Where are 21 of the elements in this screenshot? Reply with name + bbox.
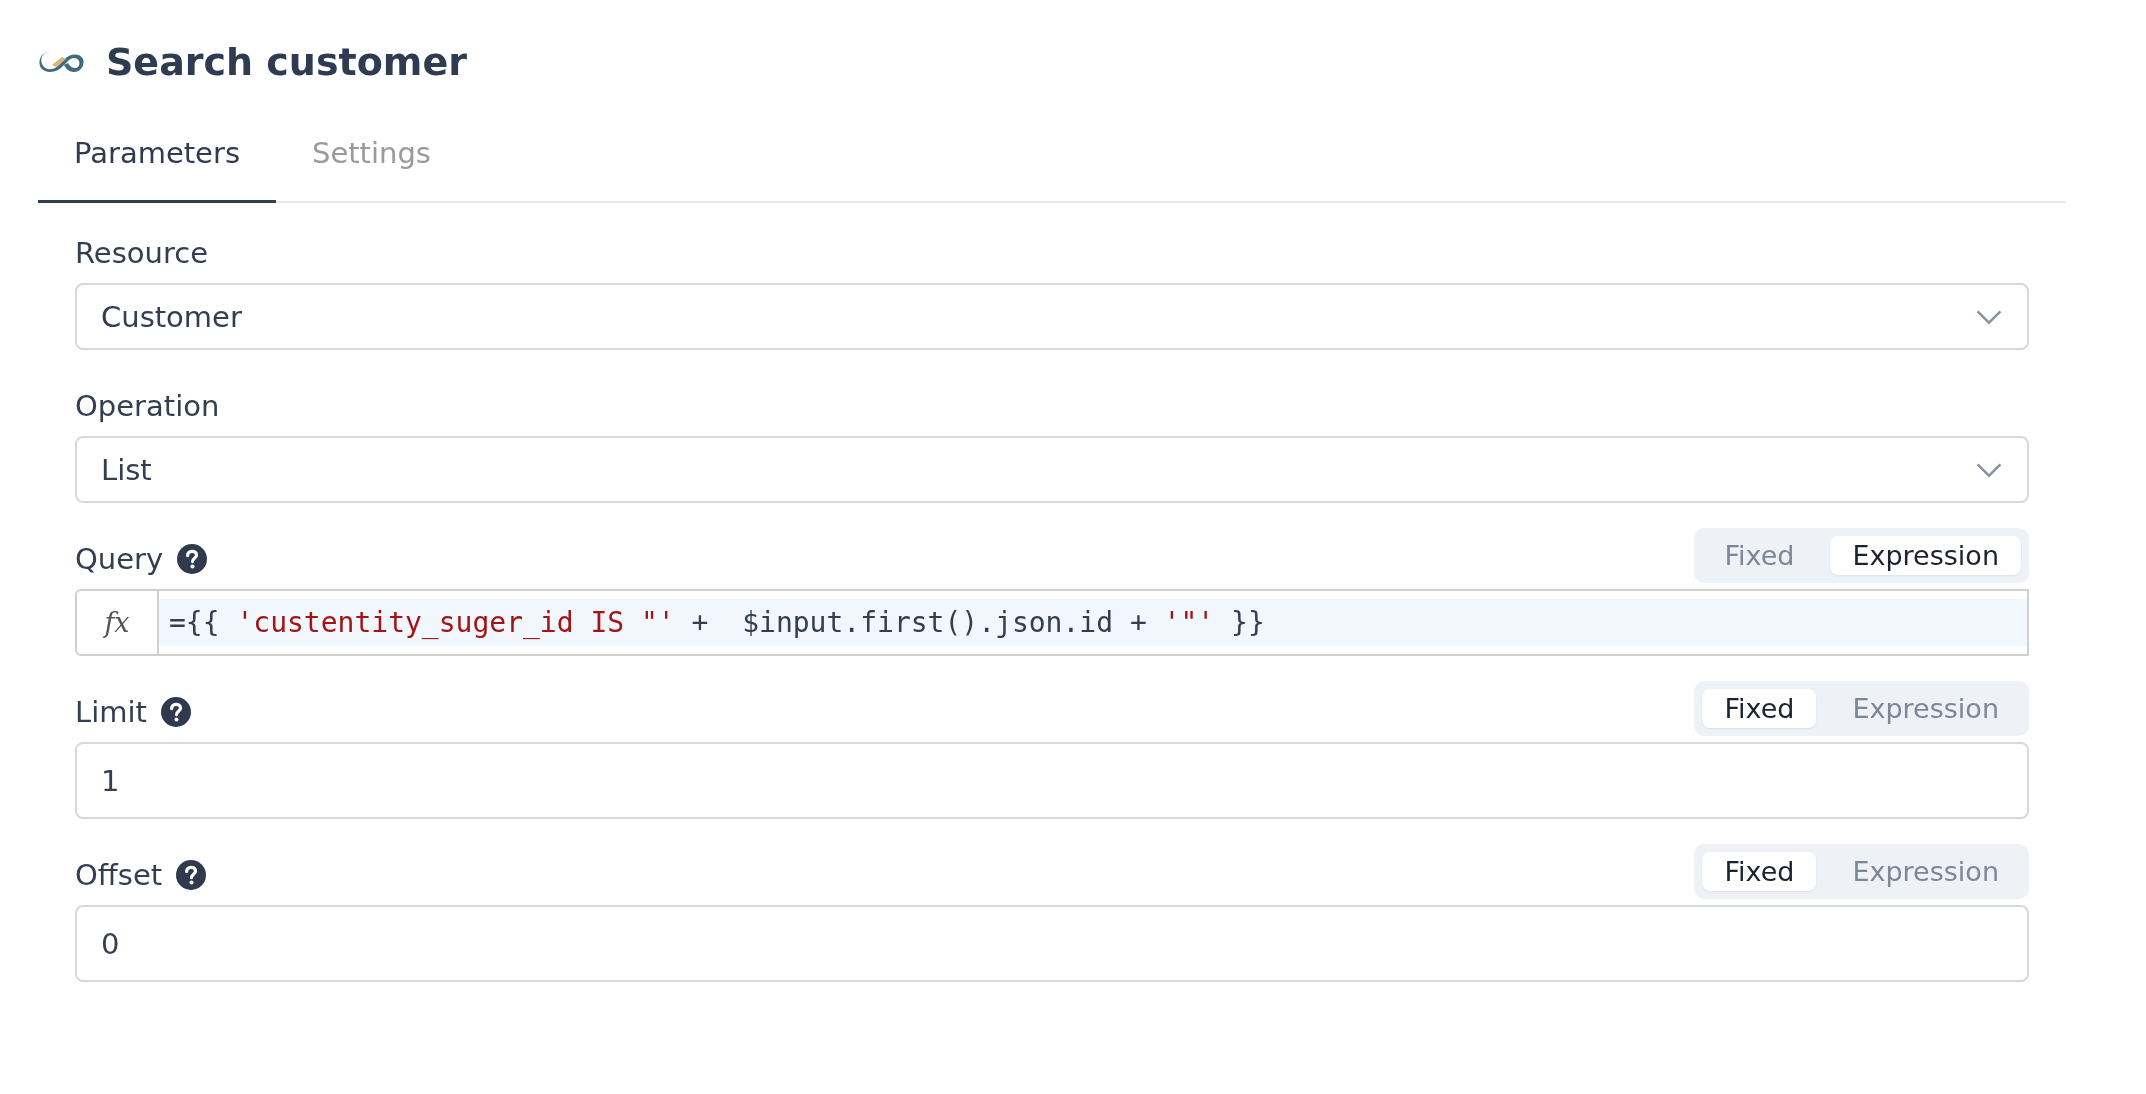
tab[interactable]: Parameters: [38, 136, 276, 203]
expression-input[interactable]: ={{ 'custentity_suger_id IS "' + $input.first().json.id + '"' }}: [159, 599, 2027, 646]
help-icon[interactable]: [176, 860, 207, 890]
help-icon[interactable]: [177, 544, 208, 574]
mode-option[interactable]: Fixed: [1702, 688, 1817, 728]
field-label: Limit: [75, 695, 147, 729]
select-field[interactable]: Customer: [75, 283, 2029, 350]
field-label: Resource: [75, 236, 208, 270]
chevron-down-icon: [1975, 461, 2003, 478]
node-title: Search customer: [106, 40, 467, 84]
mode-option[interactable]: Expression: [1830, 535, 2021, 575]
select-field[interactable]: List: [75, 436, 2029, 503]
infinity-logo-icon: [38, 49, 86, 75]
help-icon[interactable]: [160, 697, 191, 727]
input-field[interactable]: 0: [75, 905, 2029, 982]
input-field[interactable]: 1: [75, 742, 2029, 819]
field-label: Operation: [75, 389, 220, 423]
chevron-down-icon: [1975, 308, 2003, 325]
field-label: Query: [75, 542, 164, 576]
field-label: Offset: [75, 858, 163, 892]
mode-option[interactable]: Fixed: [1702, 851, 1817, 891]
